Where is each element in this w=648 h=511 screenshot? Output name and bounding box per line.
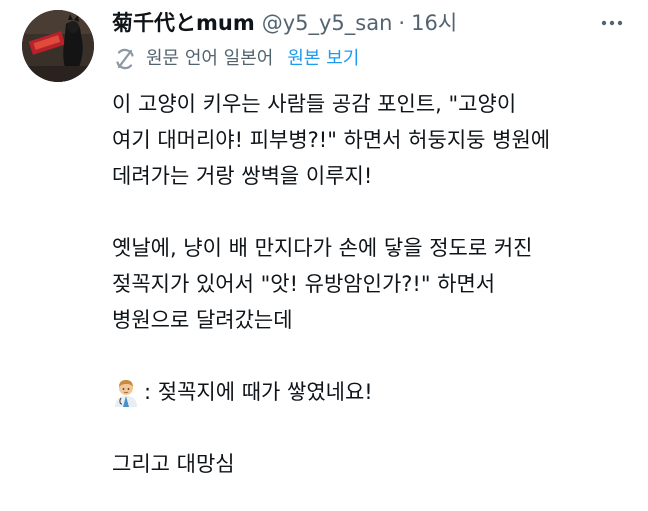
tweet-text-line: 병원으로 달려갔는데 bbox=[112, 308, 293, 332]
tweet-header: 菊千代とmum @y5_y5_san · 16시 bbox=[112, 8, 457, 38]
display-name[interactable]: 菊千代とmum bbox=[112, 8, 255, 38]
translation-note: 원문 언어 일본어 bbox=[146, 48, 274, 69]
show-original-link[interactable]: 원본 보기 bbox=[287, 46, 359, 72]
doctor-emoji-icon bbox=[115, 380, 137, 407]
separator-dot: · bbox=[398, 11, 406, 35]
translate-icon bbox=[116, 48, 134, 70]
avatar[interactable] bbox=[22, 10, 94, 82]
tweet-text-line: 데려가는 거랑 쌍벽을 이루지! bbox=[112, 164, 373, 188]
more-options-button[interactable] bbox=[596, 8, 628, 38]
translation-bar: 원문 언어 일본어 원본 보기 bbox=[112, 46, 359, 72]
timestamp[interactable]: 16시 bbox=[411, 8, 457, 38]
user-handle[interactable]: @y5_y5_san bbox=[262, 8, 393, 38]
emoji-line: : 젖꼭지에 때가 쌓였네요! bbox=[112, 374, 642, 410]
tweet-text-line: 그리고 대망심 bbox=[112, 452, 235, 476]
tweet-text-line: : 젖꼭지에 때가 쌓였네요! bbox=[144, 380, 373, 404]
tweet-text-line: 젖꼭지가 있어서 "앗! 유방암인가?!" 하면서 bbox=[112, 272, 496, 296]
tweet-text-line: 옛날에, 냥이 배 만지다가 손에 닿을 정도로 커진 bbox=[112, 236, 533, 260]
avatar-image bbox=[22, 10, 94, 82]
tweet-text-line: 여기 대머리야! 피부병?!" 하면서 허둥지둥 병원에 bbox=[112, 128, 551, 152]
more-dots-icon bbox=[601, 20, 623, 26]
tweet-body: 이 고양이 키우는 사람들 공감 포인트, "고양이 여기 대머리야! 피부병?… bbox=[112, 86, 642, 482]
tweet-text-line: 이 고양이 키우는 사람들 공감 포인트, "고양이 bbox=[112, 92, 517, 116]
